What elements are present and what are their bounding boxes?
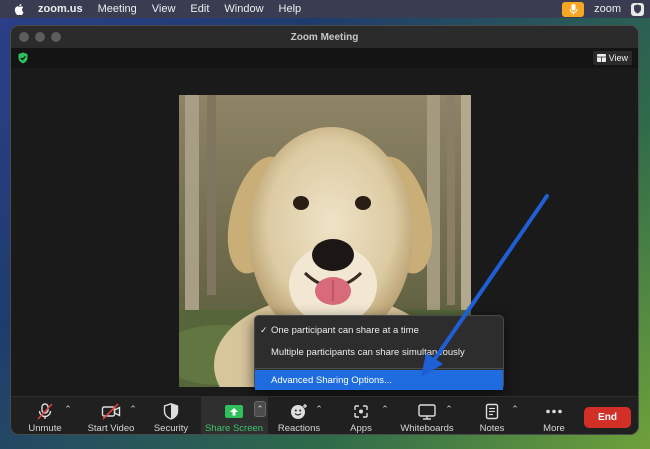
apple-icon[interactable] [14, 3, 26, 15]
menu-view[interactable]: View [152, 3, 176, 15]
notes-button[interactable]: Notes [474, 397, 510, 434]
whiteboards-options-caret[interactable]: ⌃ [444, 404, 454, 414]
close-window-button[interactable] [19, 32, 29, 42]
green-shield-icon[interactable] [17, 52, 29, 64]
apps-label: Apps [350, 423, 372, 434]
window-titlebar: Zoom Meeting [11, 26, 638, 48]
view-label: View [608, 53, 628, 63]
share-up-arrow-icon [223, 402, 245, 420]
menu-window[interactable]: Window [224, 3, 263, 15]
ellipsis-icon [543, 402, 565, 420]
zoom-status-label[interactable]: zoom [594, 3, 621, 15]
mic-off-icon [34, 402, 56, 420]
menu-divider [255, 368, 503, 369]
privacy-shield-icon[interactable] [631, 2, 644, 16]
meeting-top-strip: View [11, 48, 638, 68]
menu-app-name[interactable]: zoom.us [38, 3, 83, 15]
menu-meeting[interactable]: Meeting [98, 3, 137, 15]
window-controls [19, 32, 61, 42]
menu-help[interactable]: Help [279, 3, 302, 15]
emoji-plus-icon [288, 402, 310, 420]
share-one-participant-label: One participant can share at a time [271, 324, 419, 336]
menu-edit[interactable]: Edit [190, 3, 209, 15]
share-options-menu: ✓ One participant can share at a time Mu… [254, 315, 504, 390]
minimize-window-button[interactable] [35, 32, 45, 42]
menubar-status-area: zoom [562, 0, 644, 18]
unmute-label: Unmute [28, 423, 62, 434]
window-title: Zoom Meeting [290, 31, 359, 43]
start-video-label: Start Video [87, 423, 135, 434]
reactions-label: Reactions [277, 423, 321, 434]
advanced-sharing-options-item[interactable]: Advanced Sharing Options... [255, 370, 503, 390]
zoom-window-button[interactable] [51, 32, 61, 42]
macos-menu-bar: zoom.us Meeting View Edit Window Help zo… [0, 0, 650, 18]
shield-icon [160, 402, 182, 420]
share-multiple-participants-label: Multiple participants can share simultan… [271, 346, 465, 358]
unmute-button[interactable]: Unmute [25, 397, 65, 434]
security-label: Security [153, 423, 189, 434]
whiteboards-label: Whiteboards [400, 423, 454, 434]
whiteboard-icon [416, 402, 438, 420]
more-button[interactable]: More [537, 397, 571, 434]
audio-options-caret[interactable]: ⌃ [63, 404, 73, 414]
share-multiple-participants-option[interactable]: Multiple participants can share simultan… [255, 342, 503, 362]
video-off-icon [100, 402, 122, 420]
apps-options-caret[interactable]: ⌃ [380, 404, 390, 414]
video-options-caret[interactable]: ⌃ [128, 404, 138, 414]
grid-icon [596, 54, 606, 62]
zoom-meeting-window: Zoom Meeting View ✓ One participant can … [10, 25, 639, 435]
view-button[interactable]: View [592, 51, 632, 65]
advanced-sharing-options-label: Advanced Sharing Options... [271, 374, 392, 386]
notes-icon [481, 402, 503, 420]
share-screen-label: Share Screen [204, 423, 264, 434]
security-button[interactable]: Security [151, 397, 191, 434]
share-one-participant-option[interactable]: ✓ One participant can share at a time [255, 320, 503, 340]
checkmark-icon: ✓ [260, 324, 268, 335]
apps-icon [350, 402, 372, 420]
more-label: More [543, 423, 565, 434]
meeting-toolbar: Unmute ⌃ Start Video ⌃ Security Share Sc… [11, 396, 638, 434]
mic-status-icon[interactable] [562, 1, 585, 17]
apps-button[interactable]: Apps [347, 397, 375, 434]
share-options-caret[interactable]: ⌃ [254, 401, 266, 417]
end-meeting-button[interactable]: End [584, 407, 631, 428]
notes-label: Notes [479, 423, 505, 434]
notes-options-caret[interactable]: ⌃ [510, 404, 520, 414]
reactions-options-caret[interactable]: ⌃ [314, 404, 324, 414]
